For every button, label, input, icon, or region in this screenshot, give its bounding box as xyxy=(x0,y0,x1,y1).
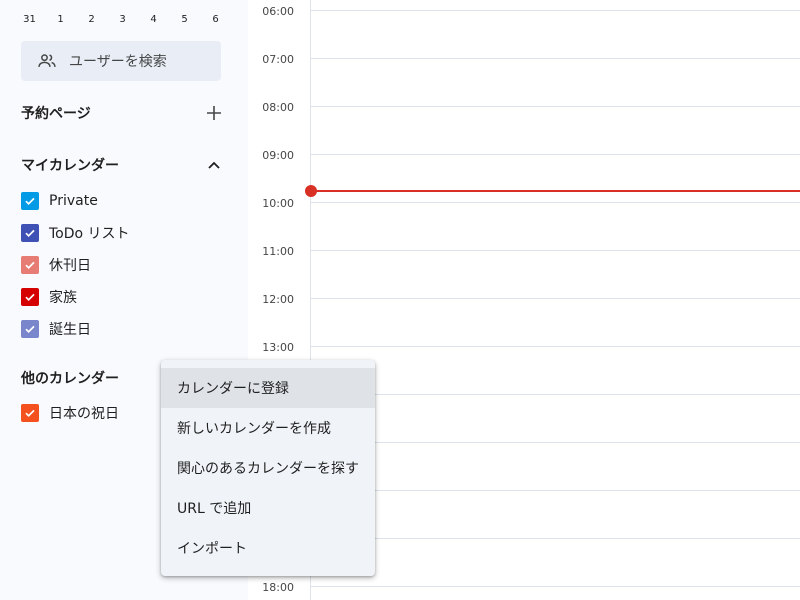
checkbox[interactable] xyxy=(21,288,39,306)
hour-label: 10:00 xyxy=(262,197,294,210)
hour-gridline xyxy=(310,442,800,443)
add-calendar-menu: カレンダーに登録 新しいカレンダーを作成 関心のあるカレンダーを探す URL で… xyxy=(161,360,375,576)
calendar-name: 誕生日 xyxy=(49,322,91,338)
check-icon xyxy=(25,197,35,206)
current-time-dot xyxy=(305,185,317,197)
hour-label: 12:00 xyxy=(262,293,294,306)
checkbox[interactable] xyxy=(21,224,39,242)
calendar-item-kyukanbi[interactable]: 休刊日 xyxy=(21,255,91,275)
hour-label: 06:00 xyxy=(262,5,294,18)
other-calendars-title: 他のカレンダー xyxy=(21,371,119,387)
check-icon xyxy=(25,325,35,334)
hour-gridline xyxy=(310,586,800,587)
menu-item-browse-calendars[interactable]: 関心のあるカレンダーを探す xyxy=(161,448,375,488)
check-icon xyxy=(25,409,35,418)
mini-calendar-day[interactable]: 1 xyxy=(45,14,76,25)
search-users-button[interactable]: ユーザーを検索 xyxy=(21,41,221,81)
check-icon xyxy=(25,261,35,270)
calendar-item-family[interactable]: 家族 xyxy=(21,287,77,307)
check-icon xyxy=(25,229,35,238)
mini-calendar-day[interactable]: 4 xyxy=(138,14,169,25)
hour-gridline xyxy=(310,202,800,203)
checkbox[interactable] xyxy=(21,404,39,422)
hour-gridline xyxy=(310,346,800,347)
mini-calendar-day[interactable]: 6 xyxy=(200,14,231,25)
current-time-line xyxy=(310,190,800,192)
people-icon xyxy=(37,51,57,71)
hour-gridline xyxy=(310,250,800,251)
chevron-up-icon[interactable] xyxy=(202,153,226,177)
hour-gridline xyxy=(310,538,800,539)
my-calendars-title: マイカレンダー xyxy=(21,158,119,174)
calendar-item-todo[interactable]: ToDo リスト xyxy=(21,223,130,243)
hour-label: 09:00 xyxy=(262,149,294,162)
hour-label: 08:00 xyxy=(262,101,294,114)
calendar-item-japan-holidays[interactable]: 日本の祝日 xyxy=(21,403,119,423)
hour-label: 18:00 xyxy=(262,581,294,594)
mini-calendar-day[interactable]: 2 xyxy=(76,14,107,25)
menu-item-import[interactable]: インポート xyxy=(161,528,375,568)
hour-gridline xyxy=(310,58,800,59)
hour-label: 07:00 xyxy=(262,53,294,66)
calendar-name: 休刊日 xyxy=(49,258,91,274)
hour-gridline xyxy=(310,154,800,155)
plus-icon[interactable] xyxy=(202,101,226,125)
checkbox[interactable] xyxy=(21,256,39,274)
hour-gridline xyxy=(310,490,800,491)
hour-gridline xyxy=(310,10,800,11)
mini-calendar-week: 31 1 2 3 4 5 6 xyxy=(14,14,231,25)
menu-item-create-calendar[interactable]: 新しいカレンダーを作成 xyxy=(161,408,375,448)
calendar-name: ToDo リスト xyxy=(49,226,130,242)
booking-pages-header: 予約ページ xyxy=(21,101,226,125)
mini-calendar-day[interactable]: 5 xyxy=(169,14,200,25)
checkbox[interactable] xyxy=(21,320,39,338)
check-icon xyxy=(25,293,35,302)
calendar-item-private[interactable]: Private xyxy=(21,191,98,211)
my-calendars-header[interactable]: マイカレンダー xyxy=(21,153,226,177)
other-calendars-header[interactable]: 他のカレンダー xyxy=(21,366,131,390)
hour-label: 13:00 xyxy=(262,341,294,354)
calendar-name: 日本の祝日 xyxy=(49,406,119,422)
hour-gridline xyxy=(310,298,800,299)
booking-pages-title: 予約ページ xyxy=(21,106,91,122)
menu-item-add-by-url[interactable]: URL で追加 xyxy=(161,488,375,528)
mini-calendar-day[interactable]: 3 xyxy=(107,14,138,25)
hour-label: 11:00 xyxy=(262,245,294,258)
calendar-name: 家族 xyxy=(49,290,77,306)
checkbox[interactable] xyxy=(21,192,39,210)
calendar-name: Private xyxy=(49,193,98,209)
calendar-item-birthdays[interactable]: 誕生日 xyxy=(21,319,91,339)
hour-gridline xyxy=(310,394,800,395)
mini-calendar-day[interactable]: 31 xyxy=(14,14,45,25)
search-users-label: ユーザーを検索 xyxy=(69,54,167,70)
menu-item-subscribe[interactable]: カレンダーに登録 xyxy=(161,368,375,408)
hour-gridline xyxy=(310,106,800,107)
